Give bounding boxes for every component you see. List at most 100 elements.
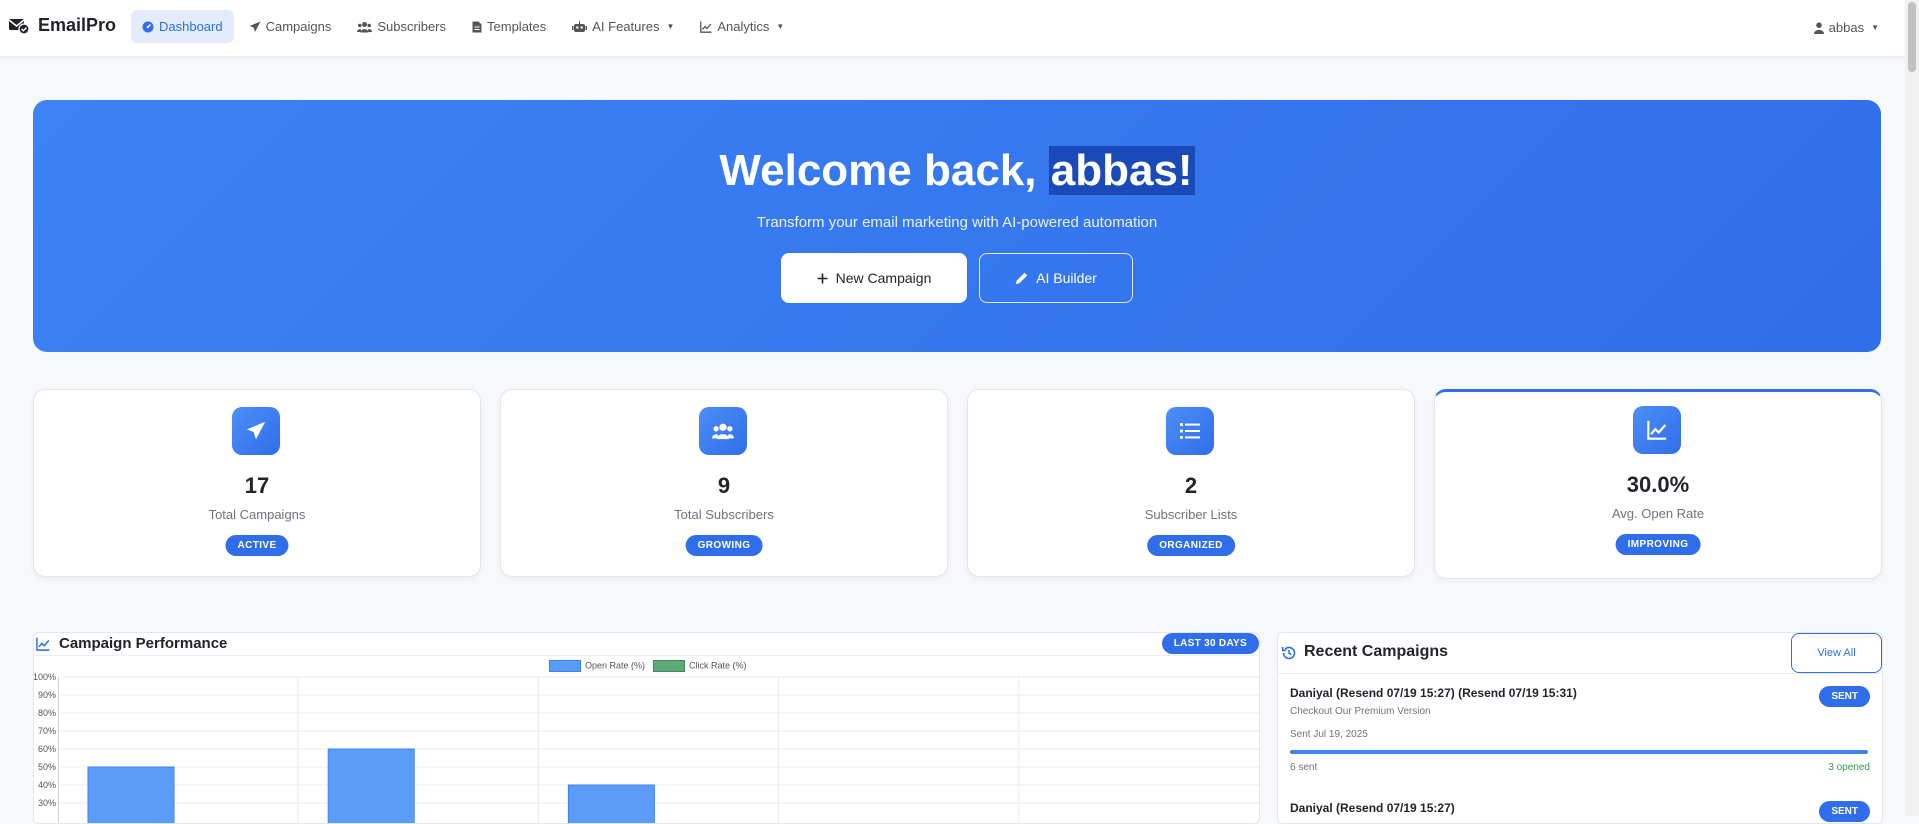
paper-plane-icon xyxy=(246,421,266,440)
plus-icon xyxy=(817,273,828,283)
stat-icon-box xyxy=(232,407,280,455)
chevron-down-icon: ▼ xyxy=(666,22,675,31)
campaign-status-badge: SENT xyxy=(1819,686,1870,707)
users-icon xyxy=(712,423,734,440)
y-tick-label: 40% xyxy=(38,780,56,790)
new-campaign-button[interactable]: New Campaign xyxy=(781,253,967,303)
dashboard-icon xyxy=(142,21,154,32)
campaign-performance-card: Campaign Performance LAST 30 DAYS Open R… xyxy=(33,632,1260,824)
file-icon xyxy=(472,21,482,32)
paper-plane-icon xyxy=(249,21,261,32)
stat-icon-box xyxy=(1633,406,1681,454)
view-all-button[interactable]: View All xyxy=(1791,633,1882,673)
campaign-stats: 6 sent 3 opened xyxy=(1290,762,1870,773)
legend-label-open: Open Rate (%) xyxy=(585,660,646,671)
new-campaign-label: New Campaign xyxy=(835,270,932,286)
sent-count: 6 sent xyxy=(1290,762,1318,773)
nav-dashboard[interactable]: Dashboard xyxy=(131,10,234,43)
stat-icon-box xyxy=(699,407,747,455)
stat-value: 9 xyxy=(717,473,731,498)
nav-templates-label: Templates xyxy=(487,19,547,34)
campaign-name[interactable]: Daniyal (Resend 07/19 15:27) xyxy=(1290,801,1870,815)
nav-analytics-label: Analytics xyxy=(717,19,770,34)
ai-builder-button[interactable]: AI Builder xyxy=(979,253,1133,303)
welcome-hero: Welcome back, abbas! Transform your emai… xyxy=(33,100,1881,352)
chart-line-icon xyxy=(1647,420,1667,440)
nav-campaigns-label: Campaigns xyxy=(265,19,332,34)
page-scrollbar[interactable] xyxy=(1905,0,1919,816)
stat-label: Avg. Open Rate xyxy=(1611,506,1705,521)
chevron-down-icon: ▼ xyxy=(1871,23,1879,32)
y-tick-label: 90% xyxy=(38,690,56,700)
stat-value: 17 xyxy=(244,473,270,498)
y-tick-label: 60% xyxy=(38,744,56,754)
nav-subscribers[interactable]: Subscribers xyxy=(346,10,457,43)
stat-card-total-campaigns: 17 Total Campaigns ACTIVE xyxy=(33,389,481,577)
bar-open-rate[interactable] xyxy=(327,748,415,823)
status-badge: IMPROVING xyxy=(1615,534,1701,555)
opened-count: 3 opened xyxy=(1828,762,1870,773)
chart-line-icon xyxy=(36,637,50,651)
y-tick-label: 30% xyxy=(38,798,56,808)
ai-builder-label: AI Builder xyxy=(1036,270,1097,286)
y-tick-label: 50% xyxy=(38,762,56,772)
stat-label: Total Subscribers xyxy=(674,507,774,522)
pencil-icon xyxy=(1015,272,1028,284)
scrollbar-thumb[interactable] xyxy=(1908,2,1916,72)
recent-campaign-item[interactable]: Daniyal (Resend 07/19 15:27) (Resend 07/… xyxy=(1290,686,1870,773)
user-menu[interactable]: abbas ▼ xyxy=(1813,20,1879,35)
stat-card-avg-open-rate: 30.0% Avg. Open Rate IMPROVING xyxy=(1434,389,1882,579)
bar-open-rate[interactable] xyxy=(87,766,175,823)
brand-link[interactable]: EmailPro xyxy=(8,15,116,36)
nav-campaigns[interactable]: Campaigns xyxy=(238,10,343,43)
campaign-subject: Checkout Our Premium Version xyxy=(1290,706,1431,717)
nav-templates[interactable]: Templates xyxy=(461,10,557,43)
campaign-name[interactable]: Daniyal (Resend 07/19 15:27) (Resend 07/… xyxy=(1290,686,1870,700)
stat-card-subscriber-lists: 2 Subscriber Lists ORGANIZED xyxy=(967,389,1415,577)
stat-icon-box xyxy=(1166,407,1214,455)
open-progress-bar xyxy=(1290,750,1868,754)
envelope-check-icon xyxy=(8,18,30,35)
user-icon xyxy=(1813,21,1824,34)
recent-campaigns-card: Recent Campaigns View All Daniyal (Resen… xyxy=(1277,632,1883,824)
y-tick-label: 70% xyxy=(38,726,56,736)
campaign-date: Sent Jul 19, 2025 xyxy=(1290,729,1368,740)
hero-actions: New Campaign AI Builder xyxy=(33,253,1881,303)
nav-dashboard-label: Dashboard xyxy=(159,19,223,34)
welcome-text: Welcome back, xyxy=(719,146,1037,195)
divider xyxy=(34,655,1259,656)
nav-analytics[interactable]: Analytics ▼ xyxy=(689,10,795,43)
chevron-down-icon: ▼ xyxy=(776,22,785,31)
y-tick-label: 100% xyxy=(34,672,56,682)
hero-subtitle: Transform your email marketing with AI-p… xyxy=(756,214,1158,231)
welcome-heading: Welcome back, abbas! xyxy=(33,146,1881,196)
users-icon xyxy=(357,21,373,32)
performance-bar-chart: 100% 90% 80% 70% 60% 50% 40% 30% xyxy=(34,672,1259,823)
status-badge: GROWING xyxy=(685,535,763,556)
date-range-badge: LAST 30 DAYS xyxy=(1161,633,1259,654)
legend-label-click: Click Rate (%) xyxy=(689,660,747,671)
status-badge: ORGANIZED xyxy=(1147,535,1235,556)
stat-label: Subscriber Lists xyxy=(1144,507,1238,522)
nav-ai-features-label: AI Features xyxy=(592,19,660,34)
history-icon xyxy=(1281,646,1296,660)
list-icon xyxy=(1180,423,1200,439)
open-progress-fill xyxy=(1290,750,1868,754)
stat-value: 2 xyxy=(1184,473,1198,498)
nav-ai-features[interactable]: AI Features ▼ xyxy=(561,10,685,43)
top-navbar: EmailPro Dashboard Campaigns Subscribers… xyxy=(0,0,1919,56)
y-tick-label: 80% xyxy=(38,708,56,718)
welcome-username: abbas! xyxy=(1048,146,1195,195)
main-nav: Dashboard Campaigns Subscribers Template… xyxy=(131,10,795,43)
robot-icon xyxy=(572,20,588,32)
chart-line-icon xyxy=(700,21,712,33)
bar-open-rate[interactable] xyxy=(567,784,655,823)
recent-campaign-item[interactable]: Daniyal (Resend 07/19 15:27) SENT xyxy=(1290,801,1870,822)
campaign-status-badge: SENT xyxy=(1819,801,1870,822)
campaign-performance-title: Campaign Performance xyxy=(59,635,228,652)
stat-card-total-subscribers: 9 Total Subscribers GROWING xyxy=(500,389,948,577)
status-badge: ACTIVE xyxy=(225,535,289,556)
user-name: abbas xyxy=(1828,20,1865,35)
recent-campaigns-title: Recent Campaigns xyxy=(1304,643,1449,660)
brand-name: EmailPro xyxy=(38,15,117,35)
